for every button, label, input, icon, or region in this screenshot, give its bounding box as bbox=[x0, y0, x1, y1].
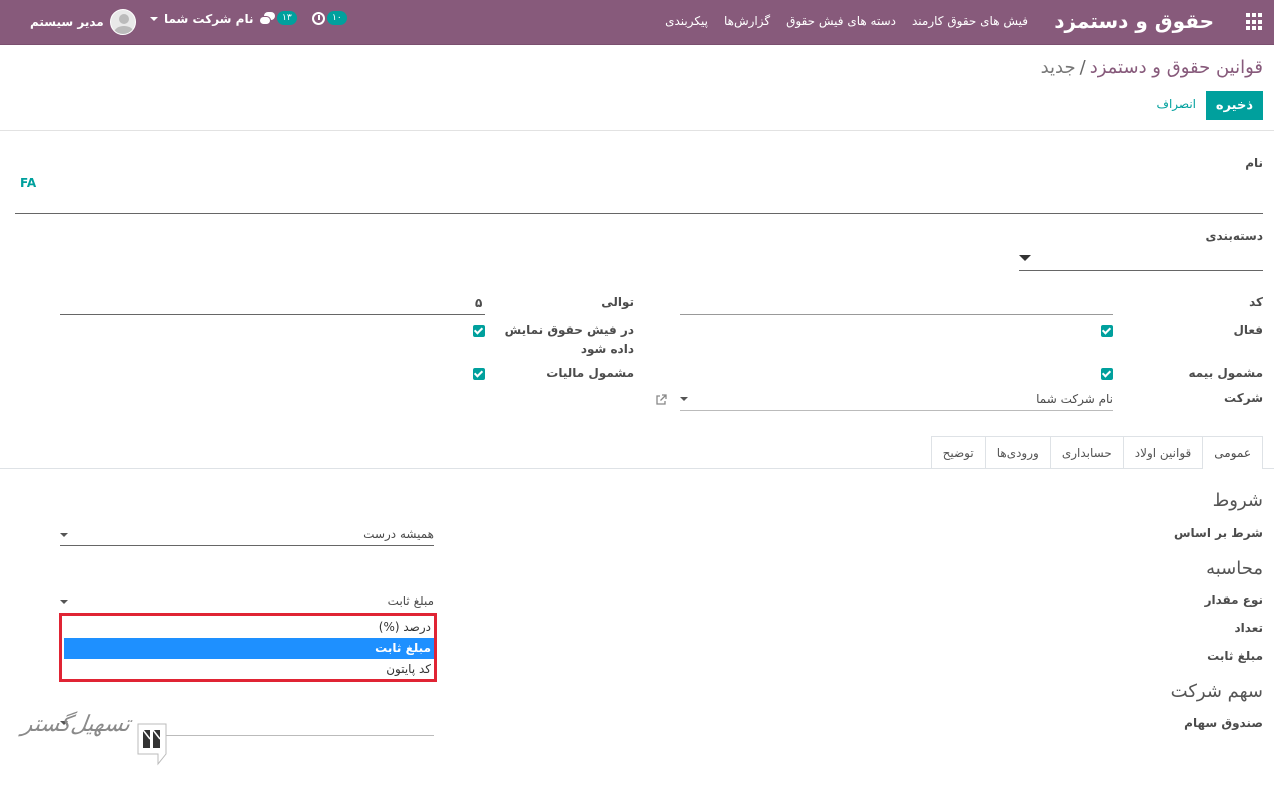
appears-on-payslip-checkbox[interactable] bbox=[473, 325, 485, 337]
name-label: نام bbox=[1245, 156, 1263, 170]
amount-type-select[interactable]: مبلغ ثابت bbox=[60, 591, 434, 611]
appears-on-payslip-label-line2: داده شود bbox=[580, 342, 634, 356]
company-value: نام شرکت شما bbox=[1036, 392, 1113, 406]
caret-down-icon bbox=[60, 600, 68, 604]
activity-menu[interactable]: ۱۰ bbox=[312, 11, 347, 25]
menu-configuration[interactable]: پیکربندی bbox=[657, 0, 716, 45]
condition-based-value: همیشه درست bbox=[363, 527, 434, 541]
amount-type-label: نوع مقدار bbox=[1204, 593, 1263, 607]
active-checkbox[interactable] bbox=[1101, 325, 1113, 337]
avatar bbox=[109, 9, 136, 35]
breadcrumb-parent[interactable]: قوانین حقوق و دستمزد bbox=[1090, 57, 1263, 78]
computation-title: محاسبه bbox=[1206, 558, 1263, 579]
category-select[interactable] bbox=[1019, 248, 1263, 272]
company-underline bbox=[680, 410, 1113, 411]
name-field[interactable]: FA bbox=[20, 176, 36, 190]
conditions-title: شروط bbox=[1212, 490, 1263, 511]
tax-checkbox[interactable] bbox=[473, 368, 485, 380]
sequence-label: توالی bbox=[601, 295, 634, 309]
category-label: دسته‌بندی bbox=[1205, 229, 1263, 243]
category-underline bbox=[1019, 270, 1263, 271]
watermark-logo-icon bbox=[137, 723, 167, 766]
contribution-register-label: صندوق سهام bbox=[1184, 716, 1263, 730]
app-title: حقوق و دستمزد bbox=[1054, 9, 1214, 33]
caret-down-icon bbox=[60, 533, 68, 537]
notebook-tabs: عمومی قوانین اولاد حسابداری ورودی‌ها توض… bbox=[930, 436, 1263, 469]
option-python-code[interactable]: کد پایتون bbox=[64, 659, 434, 680]
user-name: مدیر سیستم bbox=[30, 15, 104, 29]
tab-description[interactable]: توضیح bbox=[930, 436, 986, 468]
insurance-checkbox[interactable] bbox=[1101, 368, 1113, 380]
tab-accounting[interactable]: حسابداری bbox=[1049, 436, 1124, 468]
messaging-menu[interactable]: ۱۳ bbox=[259, 11, 297, 25]
chat-icon bbox=[259, 12, 275, 25]
save-button[interactable]: ذخیره bbox=[1205, 91, 1263, 120]
tab-general[interactable]: عمومی bbox=[1202, 436, 1263, 469]
amount-type-dropdown: درصد (%) مبلغ ثابت کد پایتون bbox=[59, 613, 437, 682]
active-label: فعال bbox=[1233, 323, 1263, 337]
message-count-badge: ۱۳ bbox=[277, 11, 297, 25]
user-menu[interactable]: مدیر سیستم bbox=[30, 7, 136, 37]
breadcrumb-current: جدید bbox=[1040, 57, 1076, 78]
quantity-label: تعداد bbox=[1234, 621, 1263, 635]
condition-based-label: شرط بر اساس bbox=[1173, 526, 1263, 540]
external-link-icon[interactable] bbox=[655, 394, 667, 406]
activity-count-badge: ۱۰ bbox=[327, 11, 347, 25]
amount-type-value: مبلغ ثابت bbox=[387, 594, 434, 608]
condition-based-underline bbox=[60, 545, 434, 546]
main-menu-items: فیش های حقوق کارمند دسته های فیش حقوق گز… bbox=[657, 0, 1036, 45]
menu-reports[interactable]: گزارش‌ها bbox=[716, 0, 778, 45]
breadcrumb: قوانین حقوق و دستمزد/جدید bbox=[1041, 57, 1263, 78]
insurance-label: مشمول بیمه bbox=[1188, 366, 1263, 380]
tab-child-rules[interactable]: قوانین اولاد bbox=[1122, 436, 1204, 468]
caret-down-icon bbox=[1019, 255, 1031, 261]
sequence-underline bbox=[60, 314, 485, 315]
breadcrumb-separator: / bbox=[1079, 57, 1086, 78]
condition-based-select[interactable]: همیشه درست bbox=[60, 524, 434, 546]
company-select[interactable]: نام شرکت شما bbox=[680, 389, 1113, 411]
company-switcher[interactable]: نام شرکت شما bbox=[150, 12, 253, 26]
company-contribution-title: سهم شرکت bbox=[1170, 681, 1263, 702]
contribution-register-underline bbox=[150, 735, 434, 736]
tab-inputs[interactable]: ورودی‌ها bbox=[984, 436, 1051, 468]
apps-menu-icon[interactable] bbox=[1244, 13, 1262, 31]
top-navbar: حقوق و دستمزد فیش های حقوق کارمند دسته ه… bbox=[0, 0, 1274, 45]
clock-icon bbox=[312, 11, 325, 25]
appears-on-payslip-label: در فیش حقوق نمایش bbox=[504, 323, 634, 337]
company-name: نام شرکت شما bbox=[164, 12, 254, 26]
discard-button[interactable]: انصراف bbox=[1157, 97, 1196, 111]
code-field[interactable] bbox=[680, 314, 1113, 315]
option-fixed-amount[interactable]: مبلغ ثابت bbox=[64, 638, 434, 659]
code-label: کد bbox=[1249, 295, 1263, 309]
chevron-down-icon bbox=[150, 17, 158, 21]
fixed-amount-label: مبلغ ثابت bbox=[1207, 649, 1263, 663]
watermark-text: تسهیل‌گستر bbox=[20, 712, 132, 737]
company-label: شرکت bbox=[1224, 391, 1263, 405]
menu-employee-payslips[interactable]: فیش های حقوق کارمند bbox=[904, 0, 1036, 45]
caret-down-icon bbox=[680, 397, 688, 401]
name-field-underline bbox=[15, 213, 1263, 214]
sequence-field[interactable]: ۵ bbox=[475, 296, 482, 310]
option-percentage[interactable]: درصد (%) bbox=[64, 617, 434, 638]
menu-payslip-batches[interactable]: دسته های فیش حقوق bbox=[778, 0, 904, 45]
tax-label: مشمول مالیات bbox=[546, 366, 634, 380]
control-panel-divider bbox=[0, 130, 1274, 131]
